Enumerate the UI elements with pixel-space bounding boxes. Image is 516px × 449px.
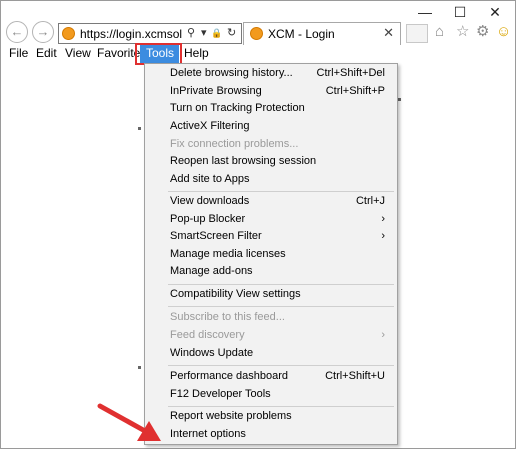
menu-item-label: Windows Update (170, 347, 254, 359)
menu-item-label: InPrivate Browsing (170, 85, 262, 97)
red-callout-arrow-icon (97, 403, 161, 441)
tools-callout-box (135, 43, 182, 65)
menu-item-feed-discovery: Feed discovery › (170, 327, 392, 344)
favorites-star-icon[interactable]: ☆ (456, 23, 469, 41)
maximize-button[interactable]: ☐ (450, 4, 470, 20)
feedback-smiley-icon[interactable]: ☺ (496, 23, 511, 41)
page-content-mark (138, 366, 141, 369)
menu-item-label: View downloads (170, 195, 250, 207)
tab-favicon-icon (250, 27, 263, 40)
back-button[interactable]: ← (6, 21, 28, 43)
menu-item-label: F12 Developer Tools (170, 388, 271, 400)
submenu-arrow-icon: › (381, 230, 385, 242)
settings-gear-icon[interactable]: ⚙ (476, 23, 489, 41)
tab-xcm-login[interactable]: XCM - Login ✕ (243, 22, 401, 45)
menu-item-compatibility-view-settings[interactable]: Compatibility View settings (170, 286, 392, 303)
forward-arrow-icon: → (36, 24, 50, 39)
menu-item-label: Fix connection problems... (170, 138, 299, 150)
new-tab-button[interactable] (406, 24, 428, 43)
menu-item-subscribe-to-feed: Subscribe to this feed... (170, 309, 392, 326)
browser-window: — ☐ ✕ ← → https://login.xcmsoluti... ⚲ ▾… (0, 0, 516, 449)
submenu-arrow-icon: › (381, 329, 385, 341)
menu-item-label: SmartScreen Filter (170, 230, 262, 242)
menu-item-manage-media-licenses[interactable]: Manage media licenses (170, 246, 392, 263)
menu-item-performance-dashboard[interactable]: Performance dashboard Ctrl+Shift+U (170, 368, 392, 385)
menu-item-label: Feed discovery (170, 329, 245, 341)
menu-item-internet-options[interactable]: Internet options (170, 426, 392, 443)
address-dropdown-icon[interactable]: ▾ (201, 26, 207, 41)
menu-item-label: Manage add-ons (170, 265, 253, 277)
menu-item-view-downloads[interactable]: View downloads Ctrl+J (170, 193, 392, 210)
menu-item-label: Subscribe to this feed... (170, 311, 285, 323)
menu-item-report-website-problems[interactable]: Report website problems (170, 408, 392, 425)
home-icon[interactable]: ⌂ (435, 23, 444, 41)
address-url[interactable]: https://login.xcmsoluti... (80, 27, 182, 41)
menu-item-popup-blocker[interactable]: Pop-up Blocker › (170, 211, 392, 228)
back-arrow-icon: ← (10, 24, 24, 39)
refresh-icon[interactable]: ↻ (227, 26, 236, 41)
menu-item-shortcut: Ctrl+Shift+P (325, 85, 385, 97)
menu-item-activex-filtering[interactable]: ActiveX Filtering (170, 118, 392, 135)
menu-item-label: Reopen last browsing session (170, 155, 317, 167)
menu-item-shortcut: Ctrl+J (355, 195, 385, 207)
menu-item-f12-developer-tools[interactable]: F12 Developer Tools (170, 386, 392, 403)
menu-file[interactable]: File (9, 46, 28, 61)
menu-view[interactable]: View (65, 46, 91, 61)
address-bar[interactable]: https://login.xcmsoluti... ⚲ ▾ 🔒 ↻ (58, 23, 242, 44)
menu-item-label: Add site to Apps (170, 173, 250, 185)
menu-item-label: ActiveX Filtering (170, 120, 250, 132)
menu-separator (168, 191, 394, 192)
menu-separator (168, 284, 394, 285)
menu-item-label: Compatibility View settings (170, 288, 301, 300)
menu-separator (168, 406, 394, 407)
tab-title: XCM - Login (268, 27, 335, 41)
menu-separator (168, 306, 394, 307)
menu-item-label: Internet options (170, 428, 246, 440)
menu-item-shortcut: Ctrl+Shift+U (325, 370, 385, 382)
menu-item-inprivate-browsing[interactable]: InPrivate Browsing Ctrl+Shift+P (170, 83, 392, 100)
menu-item-label: Performance dashboard (170, 370, 289, 382)
close-window-button[interactable]: ✕ (485, 4, 505, 20)
menu-item-fix-connection-problems: Fix connection problems... (170, 136, 392, 153)
menu-item-label: Pop-up Blocker (170, 213, 246, 225)
page-content-mark (138, 127, 141, 130)
menu-item-label: Report website problems (170, 410, 292, 422)
menu-item-reopen-last-session[interactable]: Reopen last browsing session (170, 153, 392, 170)
menu-separator (168, 365, 394, 366)
menu-item-add-site-to-apps[interactable]: Add site to Apps (170, 171, 392, 188)
tools-dropdown-menu: Delete browsing history... Ctrl+Shift+Del… (144, 63, 398, 445)
minimize-button[interactable]: — (415, 4, 435, 20)
tab-close-icon[interactable]: ✕ (383, 25, 394, 41)
menu-item-label: Delete browsing history... (170, 67, 293, 79)
menu-item-label: Manage media licenses (170, 248, 286, 260)
page-content-mark (398, 98, 401, 101)
menu-item-smartscreen-filter[interactable]: SmartScreen Filter › (170, 228, 392, 245)
search-icon[interactable]: ⚲ (187, 26, 195, 41)
forward-button[interactable]: → (32, 21, 54, 43)
menu-item-delete-browsing-history[interactable]: Delete browsing history... Ctrl+Shift+Del (170, 65, 392, 82)
site-favicon-icon (62, 27, 75, 40)
menu-help[interactable]: Help (184, 46, 209, 61)
lock-icon[interactable]: 🔒 (211, 26, 222, 41)
menu-item-label: Turn on Tracking Protection (170, 102, 305, 114)
menu-item-windows-update[interactable]: Windows Update (170, 345, 392, 362)
menu-item-manage-add-ons[interactable]: Manage add-ons (170, 263, 392, 280)
menu-edit[interactable]: Edit (36, 46, 57, 61)
submenu-arrow-icon: › (381, 213, 385, 225)
menu-item-tracking-protection[interactable]: Turn on Tracking Protection (170, 100, 392, 117)
menu-item-shortcut: Ctrl+Shift+Del (316, 67, 385, 79)
